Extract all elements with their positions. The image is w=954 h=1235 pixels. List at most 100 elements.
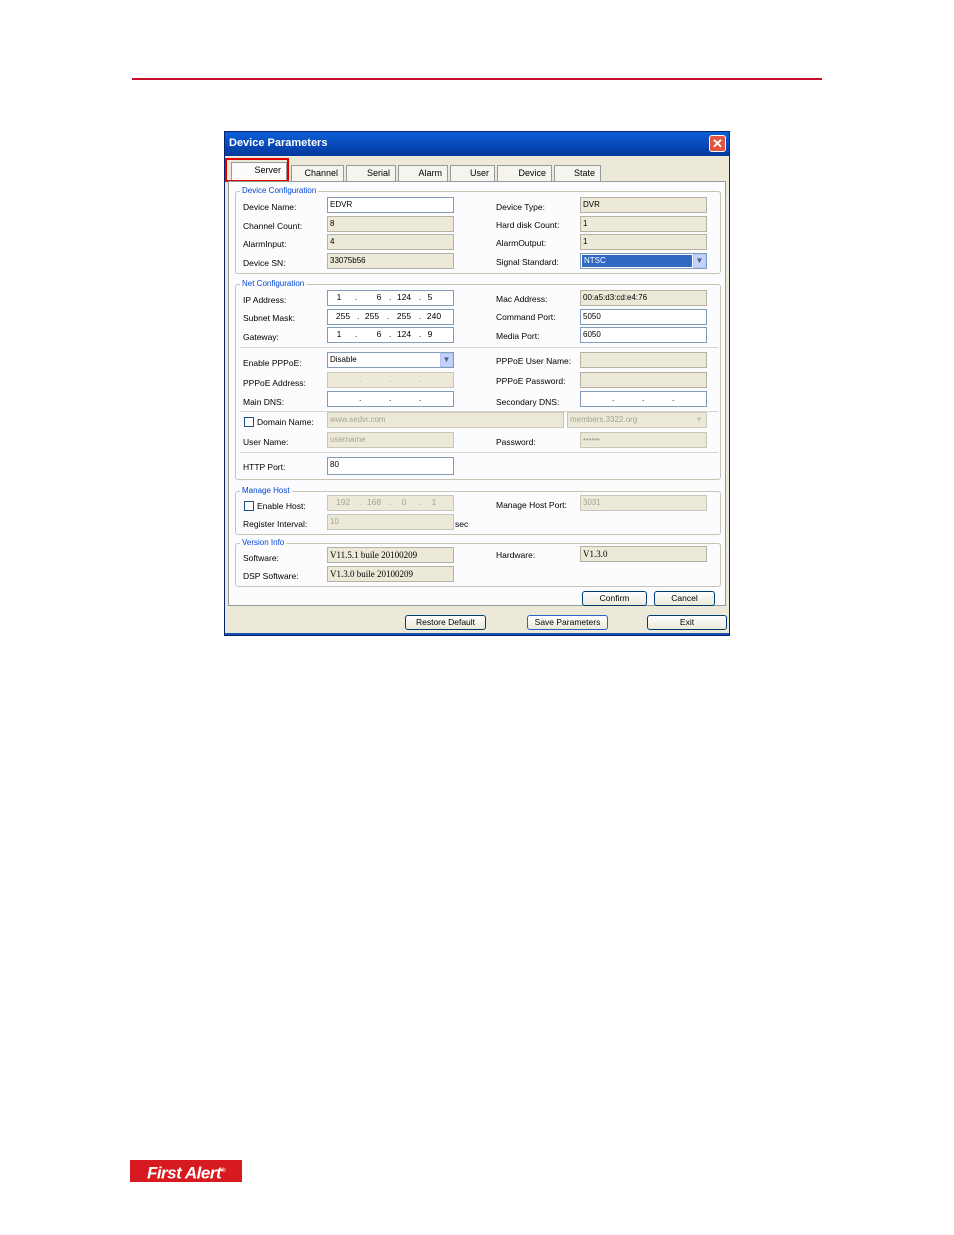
chevron-down-icon[interactable]: ▼ [693,254,706,268]
subnet-mask-label: Subnet Mask: [243,313,295,323]
main-dns-label: Main DNS: [243,397,285,407]
user-name-field: username [327,432,454,448]
manage-host-port-field: 3031 [580,495,707,511]
tab-alarm[interactable]: Alarm [398,165,448,181]
pppoe-password-field [580,372,707,388]
pppoe-user-name-label: PPPoE User Name: [496,356,572,366]
hard-disk-count-label: Hard disk Count: [496,220,560,230]
password-label: Password: [496,437,536,447]
first-alert-logo: First Alert® [130,1160,242,1183]
exit-button[interactable]: Exit [647,615,727,630]
http-port-label: HTTP Port: [243,462,286,472]
tab-highlight-box [225,158,289,182]
taskbar-edge [225,633,729,635]
alarm-output-field: 1 [580,234,707,250]
manage-host-group: Manage Host Enable Host: 192. 168. 0. 1 … [235,486,721,535]
dsp-software-version-field: V1.3.0 buile 20100209 [327,566,454,582]
pppoe-address-label: PPPoE Address: [243,378,306,388]
software-version-field: V11.5.1 buile 20100209 [327,547,454,563]
http-port-field[interactable]: 80 [327,457,454,475]
channel-count-label: Channel Count: [243,221,303,231]
main-dns-field[interactable]: ... [327,391,454,407]
signal-standard-value: NTSC [582,255,692,267]
register-interval-label: Register Interval: [243,519,308,529]
group-title: Net Configuration [240,279,307,288]
tab-device[interactable]: Device [497,165,552,181]
chevron-down-icon[interactable]: ▼ [440,353,453,367]
header-rule [132,78,822,80]
close-icon[interactable]: ✕ [709,135,726,152]
media-port-field[interactable]: 6050 [580,327,707,343]
group-title: Version Info [240,538,287,547]
user-name-label: User Name: [243,437,289,447]
domain-server-value: members.3322.org [570,415,638,424]
divider [240,452,718,453]
net-configuration-group: Net Configuration IP Address: 1. 6. 124.… [235,279,721,480]
hard-disk-count-field: 1 [580,216,707,232]
mac-address-field: 00:a5:d3:cd:e4:76 [580,290,707,306]
tab-channel[interactable]: Channel [291,165,344,181]
media-port-label: Media Port: [496,331,540,341]
group-title: Manage Host [240,486,292,495]
pppoe-password-label: PPPoE Password: [496,376,566,386]
manage-host-ip-field: 192. 168. 0. 1 [327,495,454,511]
divider [240,347,718,348]
hardware-label: Hardware: [496,550,536,560]
confirm-button[interactable]: Confirm [582,591,647,606]
subnet-mask-field[interactable]: 255. 255. 255. 240 [327,309,454,325]
tab-user[interactable]: User [450,165,495,181]
device-name-label: Device Name: [243,202,297,212]
device-sn-label: Device SN: [243,258,286,268]
signal-standard-label: Signal Standard: [496,257,559,267]
password-field: •••••• [580,432,707,448]
command-port-field[interactable]: 5050 [580,309,707,325]
domain-server-select: members.3322.org ▼ [567,412,707,428]
alarm-input-field: 4 [327,234,454,250]
dsp-software-label: DSP Software: [243,571,299,581]
title-bar[interactable]: Device Parameters ✕ [225,132,729,156]
device-name-field[interactable]: EDVR [327,197,454,213]
gateway-label: Gateway: [243,332,279,342]
mac-address-label: Mac Address: [496,294,548,304]
hardware-version-field: V1.3.0 [580,546,707,562]
device-parameters-dialog: Device Parameters ✕ Server Channel Seria… [224,131,730,636]
enable-pppoe-select[interactable]: Disable ▼ [327,352,454,368]
software-label: Software: [243,553,279,563]
enable-pppoe-value: Disable [330,355,357,364]
device-configuration-group: Device Configuration Device Name: EDVR D… [235,186,721,274]
restore-default-button[interactable]: Restore Default [405,615,486,630]
device-sn-field: 33075b56 [327,253,454,269]
ip-address-field[interactable]: 1. 6. 124. 5 [327,290,454,306]
signal-standard-select[interactable]: NTSC ▼ [580,253,707,269]
register-interval-unit: sec [455,519,469,529]
domain-name-field: www.sedvr.com [327,412,564,428]
window-title: Device Parameters [229,137,328,149]
manage-host-port-label: Manage Host Port: [496,500,567,510]
domain-name-checkbox[interactable] [244,417,254,427]
enable-host-label: Enable Host: [257,501,306,511]
tab-serial[interactable]: Serial [346,165,396,181]
group-title: Device Configuration [240,186,319,195]
save-parameters-button[interactable]: Save Parameters [527,615,608,630]
device-type-label: Device Type: [496,202,545,212]
domain-name-label: Domain Name: [257,417,314,427]
server-panel: Device Configuration Device Name: EDVR D… [228,181,726,606]
command-port-label: Command Port: [496,312,556,322]
device-type-field: DVR [580,197,707,213]
tab-state[interactable]: State [554,165,601,181]
alarm-output-label: AlarmOutput: [496,238,547,248]
register-interval-field: 10 [327,514,454,530]
enable-pppoe-label: Enable PPPoE: [243,358,302,368]
pppoe-user-name-field [580,352,707,368]
secondary-dns-field[interactable]: ... [580,391,707,407]
gateway-field[interactable]: 1. 6. 124. 9 [327,327,454,343]
chevron-down-icon: ▼ [695,415,703,424]
version-info-group: Version Info Software: V11.5.1 buile 201… [235,538,721,587]
secondary-dns-label: Secondary DNS: [496,397,560,407]
alarm-input-label: AlarmInput: [243,239,287,249]
enable-host-checkbox[interactable] [244,501,254,511]
channel-count-field: 8 [327,216,454,232]
ip-address-label: IP Address: [243,295,287,305]
cancel-button[interactable]: Cancel [654,591,715,606]
pppoe-address-field: ... [327,372,454,388]
